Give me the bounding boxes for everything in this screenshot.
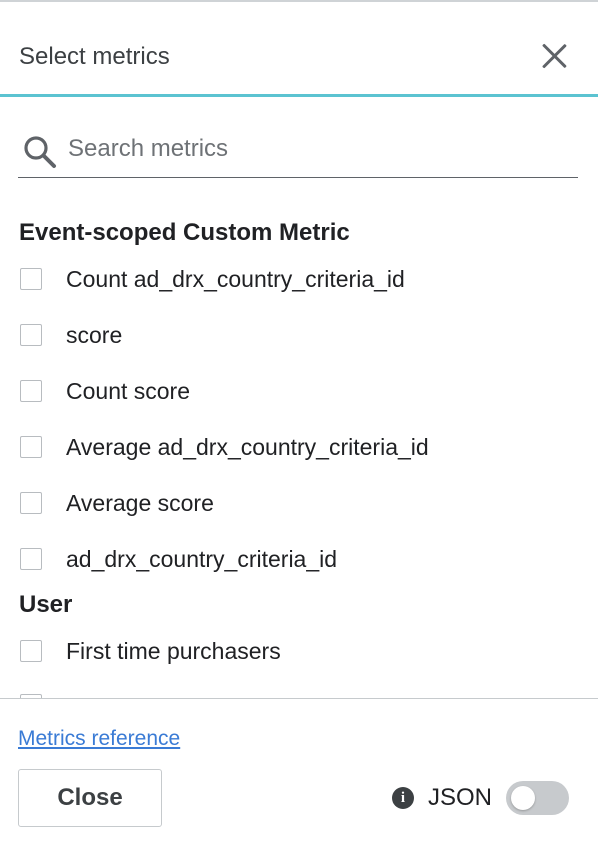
metric-item[interactable]: Average ad_drx_country_criteria_id (20, 428, 580, 468)
metric-checkbox[interactable] (20, 548, 42, 570)
panel-header: Select metrics (0, 2, 598, 97)
metric-checkbox[interactable] (20, 640, 42, 662)
search-field (18, 126, 578, 178)
metric-item[interactable]: First time purchasers (20, 632, 580, 672)
metric-checkbox[interactable] (20, 436, 42, 458)
json-label: JSON (428, 784, 493, 811)
metric-label: ad_drx_country_criteria_id (66, 546, 338, 572)
metric-label: Average ad_drx_country_criteria_id (66, 434, 429, 460)
metric-label: Count ad_drx_country_criteria_id (66, 266, 405, 292)
json-toggle[interactable] (506, 781, 569, 815)
metric-checkbox[interactable] (20, 492, 42, 514)
search-icon (24, 136, 56, 168)
metric-item[interactable] (20, 686, 580, 698)
metric-label: Average score (66, 490, 214, 516)
metric-item[interactable]: Count score (20, 372, 580, 412)
metric-checkbox[interactable] (20, 268, 42, 290)
metric-checkbox[interactable] (20, 324, 42, 346)
metric-item[interactable]: Average score (20, 484, 580, 524)
group-title-user: User (19, 591, 73, 618)
close-button[interactable]: Close (18, 769, 162, 827)
panel-footer: Metrics reference Close i JSON (0, 698, 598, 854)
search-input[interactable] (68, 132, 568, 166)
panel-title: Select metrics (19, 43, 170, 70)
metric-item[interactable]: Count ad_drx_country_criteria_id (20, 260, 580, 300)
metric-item[interactable]: score (20, 316, 580, 356)
group-title-event-scoped-custom-metric: Event-scoped Custom Metric (19, 219, 350, 246)
close-icon[interactable] (536, 38, 572, 74)
info-icon[interactable]: i (392, 787, 414, 809)
metric-label: Count score (66, 378, 191, 404)
metric-item[interactable]: ad_drx_country_criteria_id (20, 540, 580, 580)
select-metrics-panel: Select metrics Event-scoped Custom Metri… (0, 0, 598, 854)
metric-checkbox[interactable] (20, 380, 42, 402)
metric-label: score (66, 322, 123, 348)
toggle-knob (511, 786, 535, 810)
metrics-reference-link[interactable]: Metrics reference (18, 727, 180, 751)
metrics-list: Event-scoped Custom Metric Count ad_drx_… (0, 202, 598, 698)
metric-label: First time purchasers (66, 638, 281, 664)
